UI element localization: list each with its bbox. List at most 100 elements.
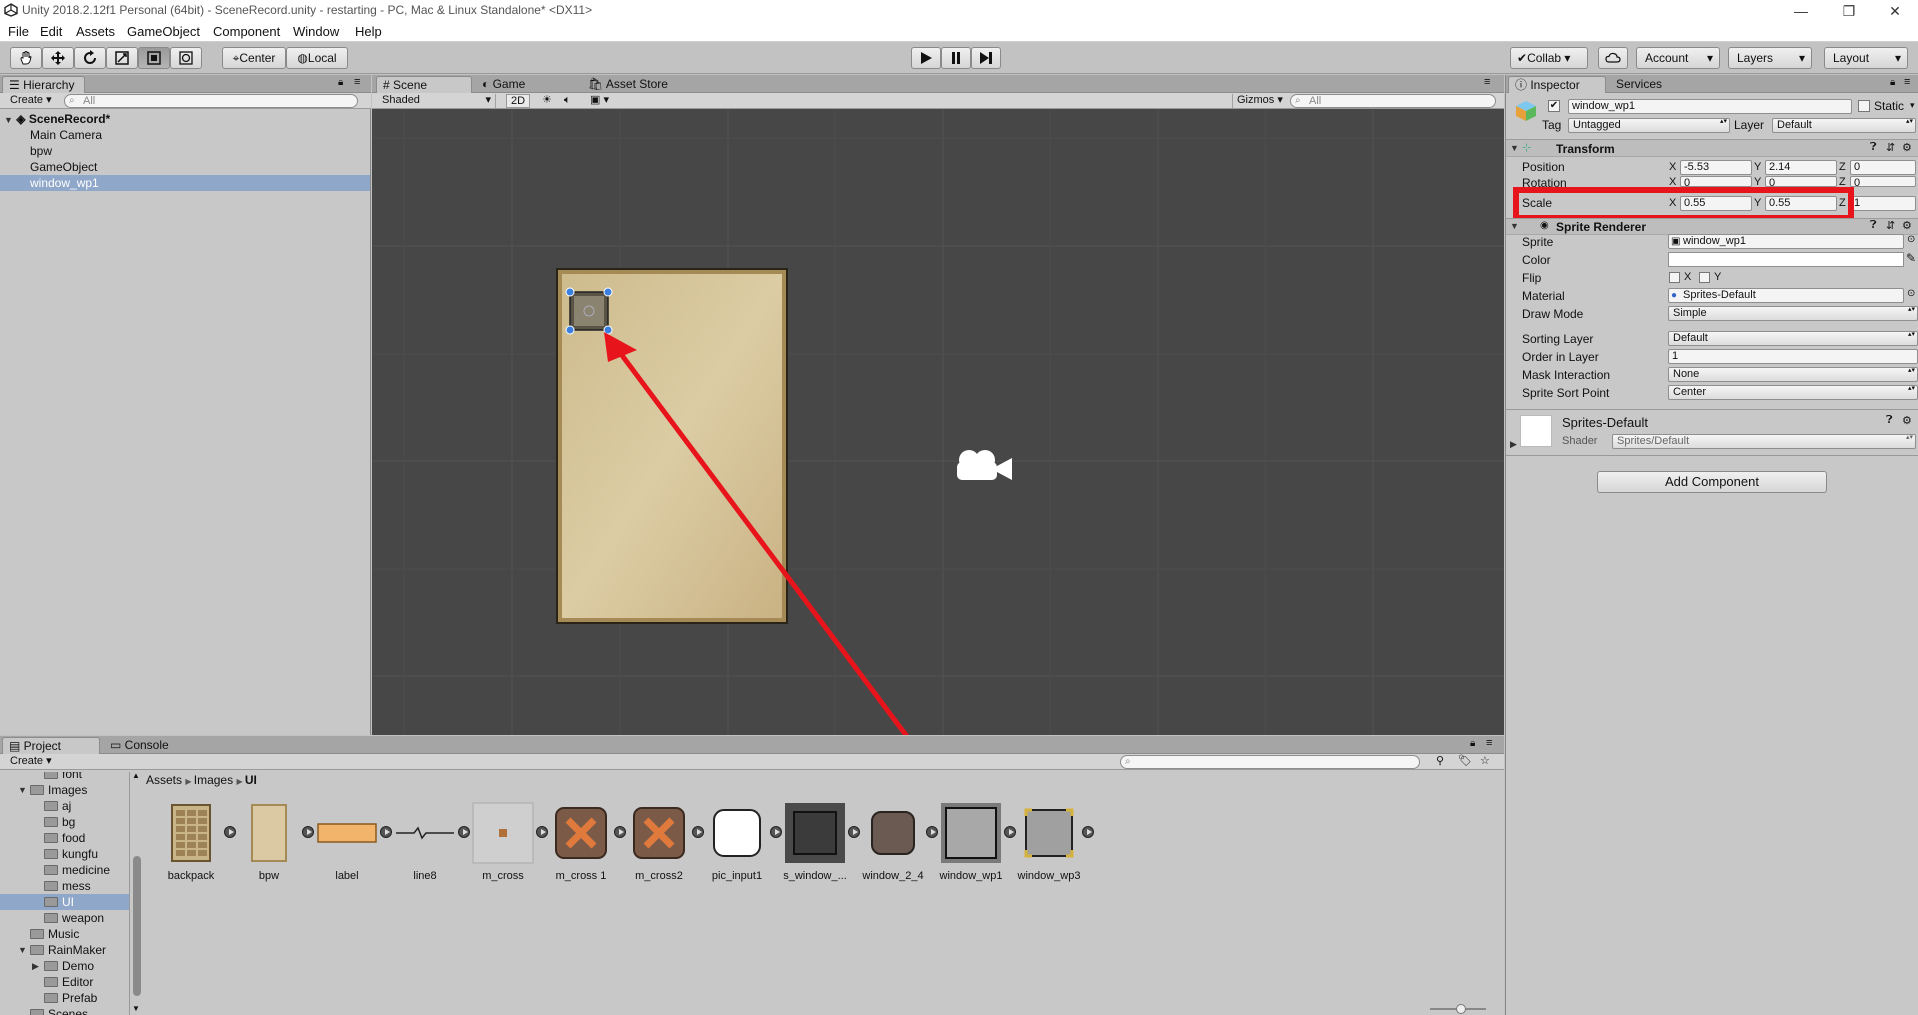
gear-icon[interactable]: ⚙ [1902,414,1912,427]
asset-item[interactable]: s_window_... [783,802,860,902]
color-swatch[interactable] [1668,252,1904,267]
layers-dropdown[interactable]: Layers ▾ [1728,47,1812,69]
position-y-field[interactable]: 2.14 [1765,160,1837,175]
tag-dropdown[interactable]: Untagged [1568,118,1730,133]
expand-triangle-icon[interactable]: ▶ [32,958,39,974]
object-picker-icon[interactable]: ⊙ [1907,234,1915,245]
menu-assets[interactable]: Assets [76,24,115,39]
scale-tool-button[interactable] [106,47,138,69]
asset-item[interactable]: bpw [238,802,314,902]
expand-sprites-icon[interactable] [224,826,236,838]
eyedropper-icon[interactable]: ✎ [1906,251,1916,265]
expand-sprites-icon[interactable] [302,826,314,838]
scroll-down-icon[interactable]: ▼ [132,1004,140,1013]
panel-menu-icon[interactable]: ≡ [1484,76,1490,88]
folder-tree-item[interactable]: ▼ Images [0,782,129,798]
tab-asset-store[interactable]: 🛍︎ Asset Store [582,76,678,93]
collapse-triangle-icon[interactable]: ▼ [1510,221,1519,231]
lighting-toggle-icon[interactable]: ☀ [538,94,556,108]
folder-tree-item[interactable]: medicine [0,862,129,878]
tab-game[interactable]: ◐ Game [476,76,535,93]
hierarchy-item[interactable]: Main Camera [0,127,370,143]
expand-triangle-icon[interactable]: ▶ [1510,439,1517,450]
hierarchy-item[interactable]: window_wp1 [0,175,370,191]
play-button[interactable] [911,47,941,69]
hierarchy-create-button[interactable]: Create ▾ [6,94,56,108]
folder-tree-item[interactable]: Scenes [0,1006,129,1015]
material-field[interactable]: ● Sprites-Default [1668,288,1904,303]
position-x-field[interactable]: -5.53 [1680,160,1752,175]
expand-sprites-icon[interactable] [1082,826,1094,838]
help-icon[interactable]: ❓︎ [1870,219,1877,232]
project-search-input[interactable]: ⌕ [1120,755,1420,769]
asset-item[interactable]: window_wp1 [940,802,1016,902]
collab-dropdown[interactable]: ✔Collab ▾ [1510,47,1588,69]
close-button[interactable]: ✕ [1872,0,1918,22]
gear-icon[interactable]: ⚙ [1902,219,1912,232]
zoom-slider-thumb[interactable] [1456,1004,1466,1014]
gear-icon[interactable]: ⚙ [1902,141,1912,154]
folder-tree-item[interactable]: ▼ RainMaker [0,942,129,958]
hierarchy-item[interactable]: GameObject [0,159,370,175]
panel-menu-icon[interactable]: ≡ [354,76,360,88]
static-checkbox[interactable] [1858,100,1870,112]
scrollbar-thumb[interactable] [133,856,141,996]
rotation-z-field[interactable]: 0 [1850,176,1916,187]
flip-x-checkbox[interactable] [1669,272,1680,283]
menu-window[interactable]: Window [293,24,339,39]
transform-header[interactable]: ▼ ⊹ Transform ❓︎ ⇵ ⚙ [1506,139,1918,157]
expand-sprites-icon[interactable] [380,826,392,838]
expand-sprites-icon[interactable] [848,826,860,838]
object-picker-icon[interactable]: ⊙ [1907,288,1915,299]
audio-toggle-icon[interactable]: 🔈︎ [560,94,575,108]
asset-item[interactable]: window_wp3 [1018,802,1094,902]
shading-mode-dropdown[interactable]: Shaded ▾ [378,94,496,108]
pause-button[interactable] [941,47,971,69]
rotate-tool-button[interactable] [74,47,106,69]
asset-item[interactable]: label [316,802,392,902]
add-component-button[interactable]: Add Component [1597,471,1827,493]
pivot-center-button[interactable]: ⌖Center [222,47,286,69]
expand-sprites-icon[interactable] [770,826,782,838]
breadcrumb-item-assets[interactable]: Assets [146,773,182,787]
tab-hierarchy[interactable]: ☰ Hierarchy [2,76,86,93]
scroll-up-icon[interactable]: ▲ [132,771,140,780]
2d-toggle[interactable]: 2D [506,94,531,108]
collapse-triangle-icon[interactable]: ▼ [18,782,27,798]
position-z-field[interactable]: 0 [1850,160,1916,175]
asset-item[interactable]: m_cross [472,802,548,902]
hand-tool-button[interactable] [10,47,42,69]
cloud-button[interactable] [1598,47,1628,69]
layout-dropdown[interactable]: Layout ▾ [1824,47,1908,69]
layer-dropdown[interactable]: Default [1772,118,1916,133]
tree-scrollbar[interactable]: ▲ ▼ [131,771,143,1015]
scale-z-field[interactable]: 1 [1850,196,1916,211]
menu-gameobject[interactable]: GameObject [127,24,200,39]
sprite-sort-point-dropdown[interactable]: Center [1668,385,1918,400]
panel-menu-icon[interactable]: ≡ [1486,737,1492,749]
panel-menu-icon[interactable]: ≡ [1904,76,1910,88]
folder-tree-item[interactable]: mess [0,878,129,894]
hierarchy-item[interactable]: bpw [0,143,370,159]
folder-tree-item[interactable]: bg [0,814,129,830]
filter-by-type-icon[interactable]: ⚲ [1432,755,1448,769]
active-checkbox[interactable]: ✔ [1548,100,1560,112]
order-in-layer-field[interactable]: 1 [1668,349,1918,364]
menu-help[interactable]: Help [355,24,382,39]
dropdown-arrow-icon[interactable]: ▾ [1910,100,1915,111]
collapse-triangle-icon[interactable]: ▼ [1510,143,1519,153]
scene-root-row[interactable]: ▼ ◈ SceneRecord* [0,111,370,127]
lock-icon[interactable]: 🔒︎ [338,77,343,88]
tab-scene[interactable]: # Scene [376,76,472,93]
breadcrumb-item-images[interactable]: Images [194,773,233,787]
folder-tree-item[interactable]: Editor [0,974,129,990]
shader-dropdown[interactable]: Sprites/Default [1612,434,1916,449]
mask-interaction-dropdown[interactable]: None [1668,367,1918,382]
step-button[interactable] [971,47,1001,69]
move-tool-button[interactable] [42,47,74,69]
hierarchy-search-input[interactable]: ⌕ All [64,94,358,108]
folder-tree-item[interactable]: weapon [0,910,129,926]
account-dropdown[interactable]: Account ▾ [1636,47,1720,69]
asset-item[interactable]: line8 [394,802,470,902]
folder-tree-item[interactable]: aj [0,798,129,814]
